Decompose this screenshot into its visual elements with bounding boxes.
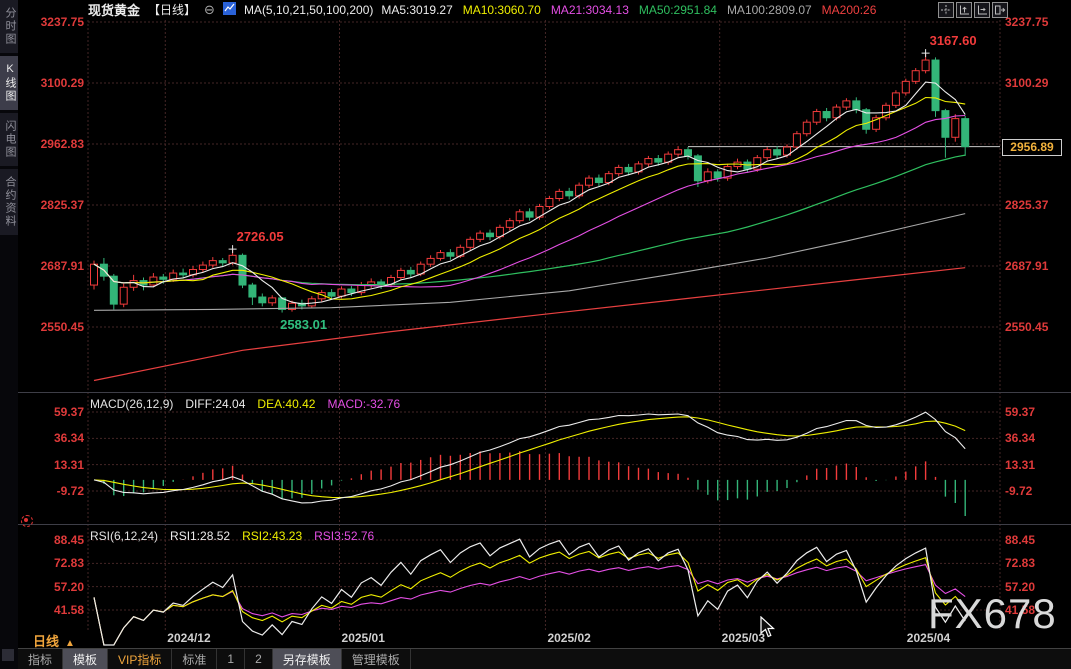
- price-annotation: 2583.01: [280, 316, 328, 332]
- y-axis-label: 13.31: [1005, 457, 1036, 472]
- y-axis-label: 13.31: [53, 457, 84, 472]
- last-price-tag: 2956.89: [1002, 138, 1062, 156]
- y-axis-label: 88.45: [1005, 533, 1036, 547]
- rsi-panel-header: RSI(6,12,24) RSI1:28.52 RSI2:43.23 RSI3:…: [90, 529, 374, 543]
- y-axis-label: 2687.91: [40, 259, 84, 273]
- y-axis-label: -9.72: [56, 484, 84, 498]
- watermark: FX678: [928, 590, 1057, 637]
- left-sidebar: 分时图 K线图闪电图合约资料: [0, 0, 18, 669]
- ma-value: MA10:3060.70: [462, 2, 541, 17]
- tab-vip-indicators[interactable]: VIP指标: [108, 649, 173, 669]
- tab-save-template[interactable]: 另存模板: [272, 649, 342, 669]
- y-axis-label: 59.37: [53, 405, 84, 419]
- y-axis-label: 3100.29: [40, 76, 84, 90]
- mouse-cursor: [760, 616, 776, 638]
- tab-page-2[interactable]: 2: [245, 649, 273, 669]
- candles-group: [90, 53, 970, 313]
- tab-page-1[interactable]: 1: [217, 649, 246, 669]
- ma-value: MA5:3019.27: [381, 2, 453, 17]
- y-axis-label: 72.83: [1005, 556, 1036, 571]
- move-icon[interactable]: [938, 2, 954, 18]
- y-axis-label: 59.37: [1005, 405, 1036, 419]
- y-axis-label: 2825.37: [1005, 198, 1049, 212]
- macd-title: MACD(26,12,9): [90, 397, 174, 411]
- x-axis-label: 2024/12: [167, 631, 211, 645]
- rsi1-value: RSI1:28.52: [170, 529, 231, 543]
- chart-type-icon[interactable]: [222, 1, 236, 18]
- rsi2-value: RSI2:43.23: [242, 529, 303, 543]
- y-axis-label: -9.72: [1005, 484, 1033, 498]
- tab-manage-templates[interactable]: 管理模板: [342, 649, 411, 669]
- ma-values: MA5:3019.27 MA10:3060.70 MA21:3034.13 MA50:…: [381, 3, 876, 17]
- dock-right-icon[interactable]: [992, 2, 1008, 18]
- y-axis-label: 2550.45: [40, 320, 84, 334]
- trading-terminal: 分时图 K线图闪电图合约资料 现货黄金 【日线】 ⊖ MA(5,10,21,50,…: [0, 0, 1071, 669]
- ma-group-label: MA(5,10,21,50,100,200): [243, 2, 374, 17]
- panel-settings-icon[interactable]: [21, 515, 33, 527]
- chart-toolbar: [938, 2, 1008, 18]
- y-axis-label: 36.34: [1005, 431, 1036, 446]
- axis-forward-icon[interactable]: [974, 2, 990, 18]
- scrollbar-corner: [2, 649, 14, 661]
- ma-value: MA50:2951.84: [638, 2, 717, 17]
- sidebar-tab-kline[interactable]: K线图: [0, 56, 18, 110]
- bottom-tab-bar: 指标 模板 VIP指标 标准 1 2 另存模板 管理模板: [18, 648, 1071, 669]
- y-axis-label: 3237.75: [1005, 15, 1049, 29]
- x-axis-label: 2025/03: [721, 631, 766, 645]
- symbol-title: 现货黄金: [88, 3, 141, 18]
- collapse-icon[interactable]: ⊖: [204, 2, 215, 18]
- y-axis-label: 72.83: [53, 556, 84, 571]
- y-axis-label: 2962.83: [40, 137, 84, 151]
- macd-dea-value: DEA:40.42: [257, 397, 316, 411]
- sidebar-tab-contract-info[interactable]: 合约资料: [0, 169, 18, 235]
- y-axis-label: 41.58: [53, 603, 84, 617]
- macd-diff-value: DIFF:24.04: [185, 397, 246, 411]
- tab-templates[interactable]: 模板: [63, 649, 109, 669]
- rsi3-value: RSI3:52.76: [314, 529, 375, 543]
- ma-value: MA200:26: [821, 2, 877, 17]
- rsi-title: RSI(6,12,24): [90, 529, 159, 543]
- ma-value: MA21:3034.13: [550, 2, 629, 17]
- sidebar-tab-timeshare[interactable]: 分时图: [0, 0, 18, 53]
- tab-indicators[interactable]: 指标: [18, 649, 64, 669]
- tab-standard[interactable]: 标准: [172, 649, 218, 669]
- price-annotation: 3167.60: [929, 33, 977, 49]
- ma-value: MA100:2809.07: [726, 2, 812, 17]
- y-axis-label: 2687.91: [1005, 259, 1049, 273]
- y-axis-label: 2825.37: [40, 198, 84, 212]
- y-axis-label: 88.45: [53, 533, 84, 547]
- y-axis-label: 57.20: [53, 579, 84, 594]
- y-axis-label: 3237.75: [40, 15, 84, 29]
- macd-macd-value: MACD:-32.76: [327, 397, 401, 411]
- macd-group: [103, 451, 966, 516]
- x-axis-label: 2025/01: [341, 631, 385, 645]
- price-annotation: 2726.05: [236, 229, 284, 245]
- axis-autoscale-icon[interactable]: [956, 2, 972, 18]
- period-label: 日线: [33, 634, 60, 649]
- sidebar-tab-lightning[interactable]: 闪电图: [0, 113, 18, 166]
- macd-panel-header: MACD(26,12,9) DIFF:24.04 DEA:40.42 MACD:…: [90, 397, 400, 411]
- y-axis-label: 36.34: [53, 431, 84, 446]
- y-axis-label: 2550.45: [1005, 320, 1049, 334]
- y-axis-label: 3100.29: [1005, 76, 1049, 90]
- x-axis-label: 2025/02: [547, 631, 591, 645]
- period-tag: 【日线】: [148, 3, 197, 17]
- chart-canvas[interactable]: [0, 0, 1071, 669]
- chart-header: 现货黄金 【日线】 ⊖ MA(5,10,21,50,100,200) MA5:3…: [88, 1, 876, 18]
